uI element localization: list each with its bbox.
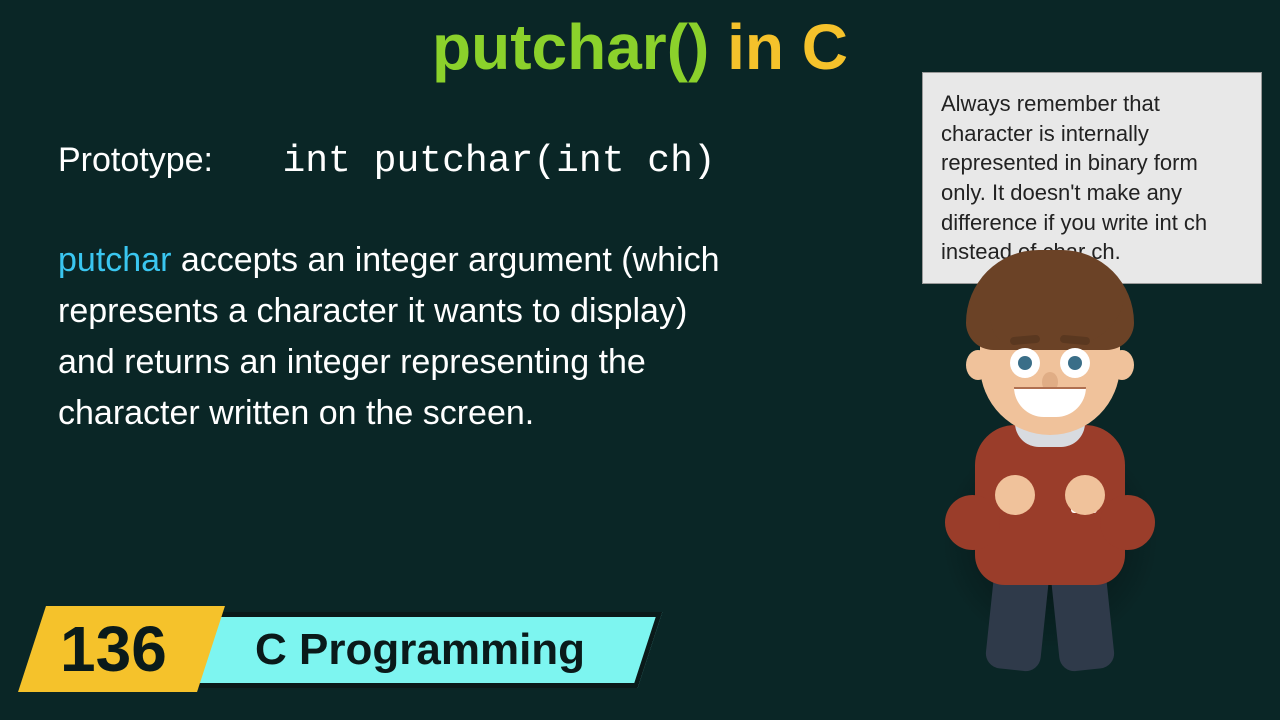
character-torso (975, 425, 1125, 585)
lesson-number-badge: 136 (18, 606, 225, 692)
character-eye (1060, 348, 1090, 378)
character-eye (1010, 348, 1040, 378)
title-function-name: putchar() (432, 11, 709, 83)
lesson-number: 136 (60, 612, 167, 686)
description-keyword: putchar (58, 241, 171, 279)
character-ear (1110, 350, 1134, 380)
character-hand (995, 475, 1035, 515)
cartoon-character (910, 280, 1190, 680)
title-suffix: in C (709, 11, 848, 83)
speech-text: Always remember that character is intern… (941, 91, 1207, 264)
prototype-code: int putchar(int ch) (282, 140, 715, 183)
character-pupil (1018, 356, 1032, 370)
course-label-badge: C Programming (178, 612, 663, 688)
prototype-line: Prototype: int putchar(int ch) (58, 140, 716, 183)
course-label: C Programming (255, 625, 585, 675)
character-head (980, 280, 1120, 435)
speech-bubble: Always remember that character is intern… (922, 72, 1262, 284)
description-text: putchar accepts an integer argument (whi… (58, 235, 738, 439)
character-ear (966, 350, 990, 380)
character-hand (1065, 475, 1105, 515)
character-mouth (1014, 387, 1086, 417)
character-pupil (1068, 356, 1082, 370)
prototype-label: Prototype: (58, 141, 213, 179)
